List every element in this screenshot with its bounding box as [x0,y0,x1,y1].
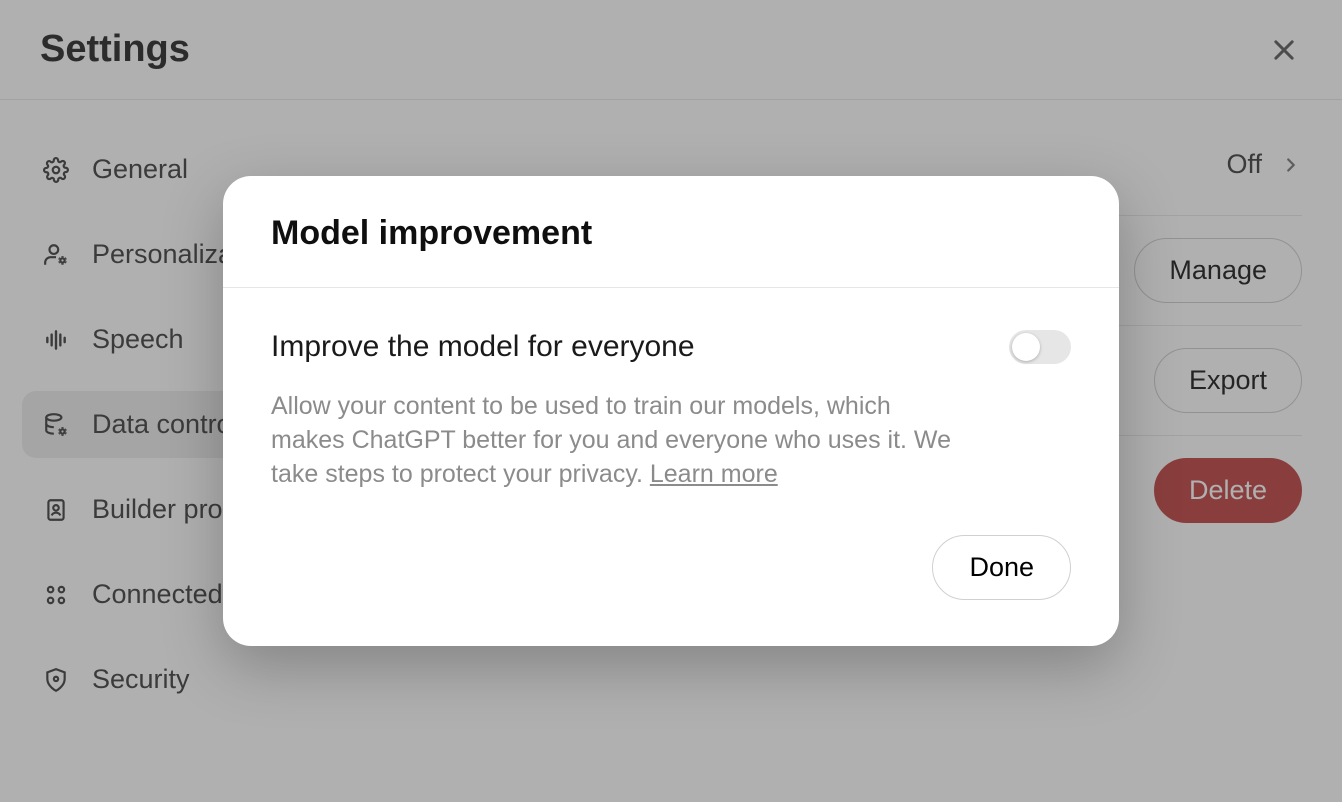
done-button[interactable]: Done [932,535,1071,600]
description-text: Allow your content to be used to train o… [271,392,951,488]
improve-model-title: Improve the model for everyone [271,330,695,364]
improve-model-toggle[interactable] [1009,330,1071,364]
modal-header: Model improvement [223,176,1119,288]
improve-model-description: Allow your content to be used to train o… [271,390,961,491]
modal-body: Improve the model for everyone Allow you… [223,288,1119,515]
modal-overlay[interactable]: Model improvement Improve the model for … [0,0,1342,802]
modal-footer: Done [223,515,1119,646]
model-improvement-modal: Model improvement Improve the model for … [223,176,1119,646]
toggle-knob [1012,333,1040,361]
modal-title: Model improvement [271,214,1071,253]
learn-more-link[interactable]: Learn more [650,460,778,488]
improve-model-row: Improve the model for everyone [271,330,1071,364]
